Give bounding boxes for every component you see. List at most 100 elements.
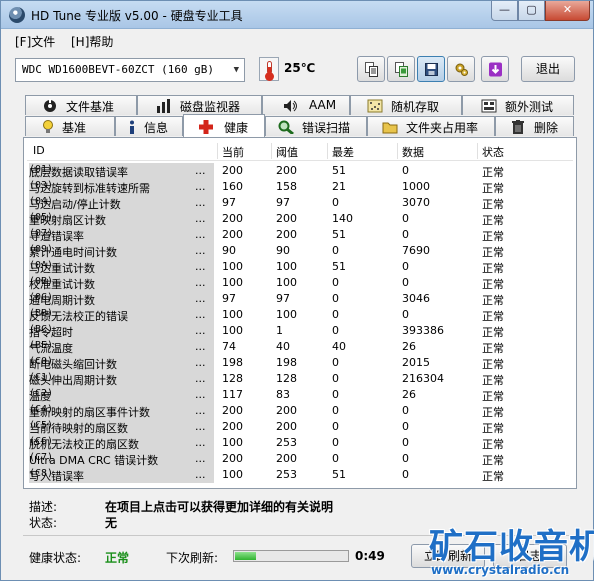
- ellipsis: ...: [195, 436, 206, 449]
- folder-icon: [382, 122, 398, 134]
- exit-button[interactable]: 退出: [521, 56, 575, 82]
- hdtune-app-icon: [9, 7, 25, 23]
- status-cell: 正常: [482, 390, 504, 403]
- ellipsis: ...: [195, 164, 206, 177]
- tab-erase[interactable]: 删除: [495, 116, 574, 136]
- health-status-value: 正常: [105, 551, 130, 565]
- worst-cell: 51: [332, 164, 346, 177]
- current-cell: 200: [222, 452, 243, 465]
- ellipsis: ...: [195, 196, 206, 209]
- table-row[interactable]: (BB) 反馈无法校正的错误... 100 100 0 0 正常: [27, 307, 573, 323]
- table-row[interactable]: (07) 寻道错误率... 200 200 51 0 正常: [27, 227, 573, 243]
- description-value: 在项目上点击可以获得更加详细的有关说明: [105, 500, 334, 514]
- refresh-timer: 0:49: [355, 549, 385, 563]
- attribute-name: 气流温度: [29, 342, 73, 355]
- maximize-button[interactable]: ▢: [518, 1, 545, 21]
- table-row[interactable]: (C0) 断电磁头缩回计数... 198 198 0 2015 正常: [27, 355, 573, 371]
- menu-help[interactable]: [H]帮助: [71, 33, 113, 50]
- data-cell: 0: [402, 212, 409, 225]
- threshold-cell: 200: [276, 228, 297, 241]
- table-row[interactable]: (0B) 校准重试计数... 100 100 0 0 正常: [27, 275, 573, 291]
- table-row[interactable]: (04) 马达启动/停止计数... 97 97 0 3070 正常: [27, 195, 573, 211]
- drive-select[interactable]: WDC WD1600BEVT-60ZCT (160 gB) ▼: [15, 58, 245, 82]
- tab-benchmark[interactable]: 基准: [25, 116, 115, 136]
- threshold-cell: 128: [276, 372, 297, 385]
- status-cell: 正常: [482, 230, 504, 243]
- table-row[interactable]: (01) 底层数据读取错误率... 200 200 51 0 正常: [27, 163, 573, 179]
- threshold-cell: 40: [276, 340, 290, 353]
- table-row[interactable]: (09) 累计通电时间计数... 90 90 0 7690 正常: [27, 243, 573, 259]
- status-cell: 正常: [482, 262, 504, 275]
- download-button[interactable]: [481, 56, 509, 82]
- table-row[interactable]: (BC) 指令超时... 100 1 0 393386 正常: [27, 323, 573, 339]
- attribute-name: 磁头伸出周期计数: [29, 374, 117, 387]
- current-cell: 200: [222, 212, 243, 225]
- attribute-id-cell: (01) 底层数据读取错误率: [29, 163, 214, 179]
- current-cell: 90: [222, 244, 236, 257]
- current-cell: 128: [222, 372, 243, 385]
- threshold-cell: 200: [276, 404, 297, 417]
- extra-tests-icon: [481, 99, 497, 113]
- options-button[interactable]: [447, 56, 475, 82]
- worst-cell: 40: [332, 340, 346, 353]
- tab-error-scan[interactable]: 错误扫描: [265, 116, 367, 136]
- table-row[interactable]: (C5) 当前待映射的扇区数... 200 200 0 0 正常: [27, 419, 573, 435]
- table-row[interactable]: (BE) 气流温度... 74 40 40 26 正常: [27, 339, 573, 355]
- table-row[interactable]: (C8) 写入错误率... 100 253 51 0 正常: [27, 467, 573, 483]
- data-cell: 3046: [402, 292, 430, 305]
- close-button[interactable]: ✕: [545, 1, 590, 21]
- tab-health[interactable]: 健康: [183, 114, 265, 137]
- header-id[interactable]: ID: [33, 144, 45, 157]
- table-row[interactable]: (C7) Ultra DMA CRC 错误计数... 200 200 0 0 正常: [27, 451, 573, 467]
- table-row[interactable]: (C1) 磁头伸出周期计数... 128 128 0 216304 正常: [27, 371, 573, 387]
- copy-screen-button[interactable]: [387, 56, 415, 82]
- title-bar[interactable]: HD Tune 专业版 v5.00 - 硬盘专业工具 — ▢ ✕: [1, 1, 593, 29]
- tab-info[interactable]: 信息: [115, 116, 183, 136]
- ellipsis: ...: [195, 260, 206, 273]
- data-cell: 0: [402, 260, 409, 273]
- tab-extra-tests[interactable]: 额外测试: [462, 95, 574, 115]
- attribute-name: 脱机无法校正的扇区数: [29, 438, 139, 451]
- header-worst[interactable]: 最差: [332, 144, 354, 160]
- ellipsis: ...: [195, 228, 206, 241]
- log-button[interactable]: 日志: [493, 544, 567, 568]
- tab-aam[interactable]: AAM: [262, 95, 350, 115]
- table-row[interactable]: (0A) 马达重试计数... 100 100 51 0 正常: [27, 259, 573, 275]
- minimize-button[interactable]: —: [491, 1, 518, 21]
- tab-random-access[interactable]: 随机存取: [350, 95, 462, 115]
- ellipsis: ...: [195, 404, 206, 417]
- data-cell: 393386: [402, 324, 444, 337]
- status-cell: 正常: [482, 422, 504, 435]
- tab-file-benchmark[interactable]: 文件基准: [25, 95, 137, 115]
- refresh-now-button[interactable]: 立即刷新: [411, 544, 485, 568]
- status-cell: 正常: [482, 374, 504, 387]
- lightbulb-icon: [43, 120, 53, 133]
- attribute-id-cell: (C0) 断电磁头缩回计数: [29, 355, 214, 371]
- worst-cell: 0: [332, 372, 339, 385]
- refresh-progress-bar: [233, 550, 349, 562]
- tab-disk-monitor[interactable]: 磁盘监视器: [137, 95, 262, 115]
- menu-file[interactable]: [F]文件: [15, 33, 55, 50]
- attribute-id-cell: (C4) 重新映射的扇区事件计数: [29, 403, 214, 419]
- data-cell: 0: [402, 404, 409, 417]
- trash-icon: [512, 120, 524, 134]
- table-row[interactable]: (0C) 通电周期计数... 97 97 0 3046 正常: [27, 291, 573, 307]
- attribute-name: 指令超时: [29, 326, 73, 339]
- table-row[interactable]: (03) 马达旋转到标准转速所需... 160 158 21 1000 正常: [27, 179, 573, 195]
- table-row[interactable]: (C6) 脱机无法校正的扇区数... 100 253 0 0 正常: [27, 435, 573, 451]
- table-row[interactable]: (C2) 温度... 117 83 0 26 正常: [27, 387, 573, 403]
- status-cell: 正常: [482, 166, 504, 179]
- table-row[interactable]: (C4) 重新映射的扇区事件计数... 200 200 0 0 正常: [27, 403, 573, 419]
- download-icon: [489, 62, 502, 77]
- header-status[interactable]: 状态: [482, 144, 504, 160]
- header-current[interactable]: 当前: [222, 144, 244, 160]
- tab-folder-usage[interactable]: 文件夹占用率: [367, 116, 495, 136]
- header-threshold[interactable]: 阈值: [276, 144, 298, 160]
- table-row[interactable]: (05) 重映射扇区计数... 200 200 140 0 正常: [27, 211, 573, 227]
- header-data[interactable]: 数据: [402, 144, 424, 160]
- item-status-value: 无: [105, 516, 118, 530]
- attribute-name: 马达重试计数: [29, 262, 95, 275]
- status-cell: 正常: [482, 278, 504, 291]
- save-button[interactable]: [417, 56, 445, 82]
- copy-text-button[interactable]: [357, 56, 385, 82]
